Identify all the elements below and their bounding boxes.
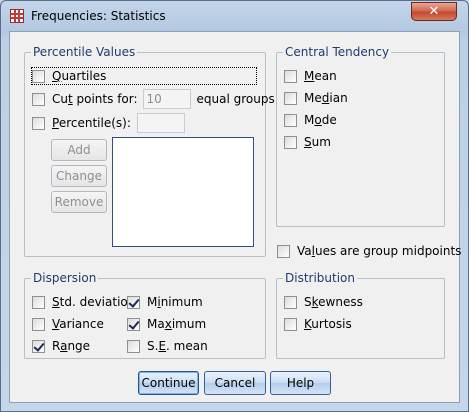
cut-points-row[interactable]: Cut points for: 10 equal groups (32, 89, 275, 109)
percentiles-label: Percentile(s): (52, 116, 131, 130)
cut-points-label: Cut points for: (52, 92, 138, 106)
central-tendency-group: Central Tendency Mean Median Mode Sum (276, 45, 445, 227)
mean-row[interactable]: Mean (284, 69, 337, 83)
dispersion-legend: Dispersion (31, 271, 99, 285)
central-tendency-legend: Central Tendency (283, 45, 392, 59)
median-row[interactable]: Median (284, 91, 348, 105)
add-button[interactable]: Add (51, 139, 107, 161)
cut-points-checkbox[interactable] (32, 92, 45, 106)
se-mean-label: S.E. mean (147, 339, 208, 353)
help-button[interactable]: Help (270, 371, 331, 395)
kurtosis-checkbox[interactable] (284, 317, 297, 331)
mean-label: Mean (304, 69, 337, 83)
sum-row[interactable]: Sum (284, 135, 331, 149)
dialog-client-area: Percentile Values Quartiles Cut points f… (9, 31, 461, 403)
quartiles-row[interactable]: Quartiles (31, 67, 257, 85)
close-icon: ✕ (428, 4, 440, 19)
variance-row[interactable]: Variance (32, 317, 104, 331)
percentile-values-group: Percentile Values Quartiles Cut points f… (24, 45, 275, 257)
dispersion-group: Dispersion Std. deviation Variance Range… (24, 271, 266, 359)
minimum-checkbox[interactable] (127, 295, 140, 309)
maximum-label: Maximum (147, 317, 207, 331)
percentile-input[interactable] (136, 113, 185, 133)
cancel-button[interactable]: Cancel (204, 371, 266, 395)
close-button[interactable]: ✕ (411, 2, 457, 21)
mean-checkbox[interactable] (284, 69, 297, 83)
spss-grid-icon (10, 9, 24, 23)
group-midpoints-label: Values are group midpoints (297, 244, 462, 258)
maximum-row[interactable]: Maximum (127, 317, 206, 331)
median-label: Median (304, 91, 348, 105)
skewness-label: Skewness (304, 295, 363, 309)
range-row[interactable]: Range (32, 339, 90, 353)
title-bar[interactable]: Frequencies: Statistics ✕ (1, 1, 468, 31)
mode-row[interactable]: Mode (284, 113, 337, 127)
minimum-row[interactable]: Minimum (127, 295, 203, 309)
group-midpoints-checkbox[interactable] (277, 244, 290, 258)
quartiles-label: Quartiles (52, 69, 107, 83)
median-checkbox[interactable] (284, 91, 297, 105)
skewness-row[interactable]: Skewness (284, 295, 363, 309)
percentile-list[interactable] (112, 137, 254, 247)
distribution-legend: Distribution (283, 271, 358, 285)
equal-groups-label: equal groups (196, 92, 275, 106)
range-label: Range (52, 339, 91, 353)
percentiles-checkbox[interactable] (32, 116, 45, 130)
skewness-checkbox[interactable] (284, 295, 297, 309)
percentiles-row[interactable]: Percentile(s): (32, 113, 185, 133)
window-title: Frequencies: Statistics (31, 9, 166, 23)
kurtosis-row[interactable]: Kurtosis (284, 317, 352, 331)
change-button[interactable]: Change (51, 165, 107, 187)
continue-button[interactable]: Continue (138, 371, 199, 395)
range-checkbox[interactable] (32, 339, 45, 353)
quartiles-checkbox[interactable] (32, 69, 45, 83)
sum-label: Sum (304, 135, 331, 149)
mode-checkbox[interactable] (284, 113, 297, 127)
percentile-values-legend: Percentile Values (31, 45, 138, 59)
se-mean-checkbox[interactable] (127, 339, 140, 353)
remove-button[interactable]: Remove (51, 191, 107, 213)
variance-label: Variance (52, 317, 104, 331)
minimum-label: Minimum (147, 295, 203, 309)
cut-points-input[interactable]: 10 (142, 89, 191, 109)
distribution-group: Distribution Skewness Kurtosis (276, 271, 445, 359)
variance-checkbox[interactable] (32, 317, 45, 331)
se-mean-row[interactable]: S.E. mean (127, 339, 208, 353)
maximum-checkbox[interactable] (127, 317, 140, 331)
kurtosis-label: Kurtosis (304, 317, 352, 331)
sum-checkbox[interactable] (284, 135, 297, 149)
dialog-window: Frequencies: Statistics ✕ Percentile Val… (0, 0, 469, 412)
std-deviation-label: Std. deviation (52, 295, 136, 309)
mode-label: Mode (304, 113, 337, 127)
std-deviation-row[interactable]: Std. deviation (32, 295, 135, 309)
std-deviation-checkbox[interactable] (32, 295, 45, 309)
group-midpoints-row[interactable]: Values are group midpoints (277, 244, 461, 258)
